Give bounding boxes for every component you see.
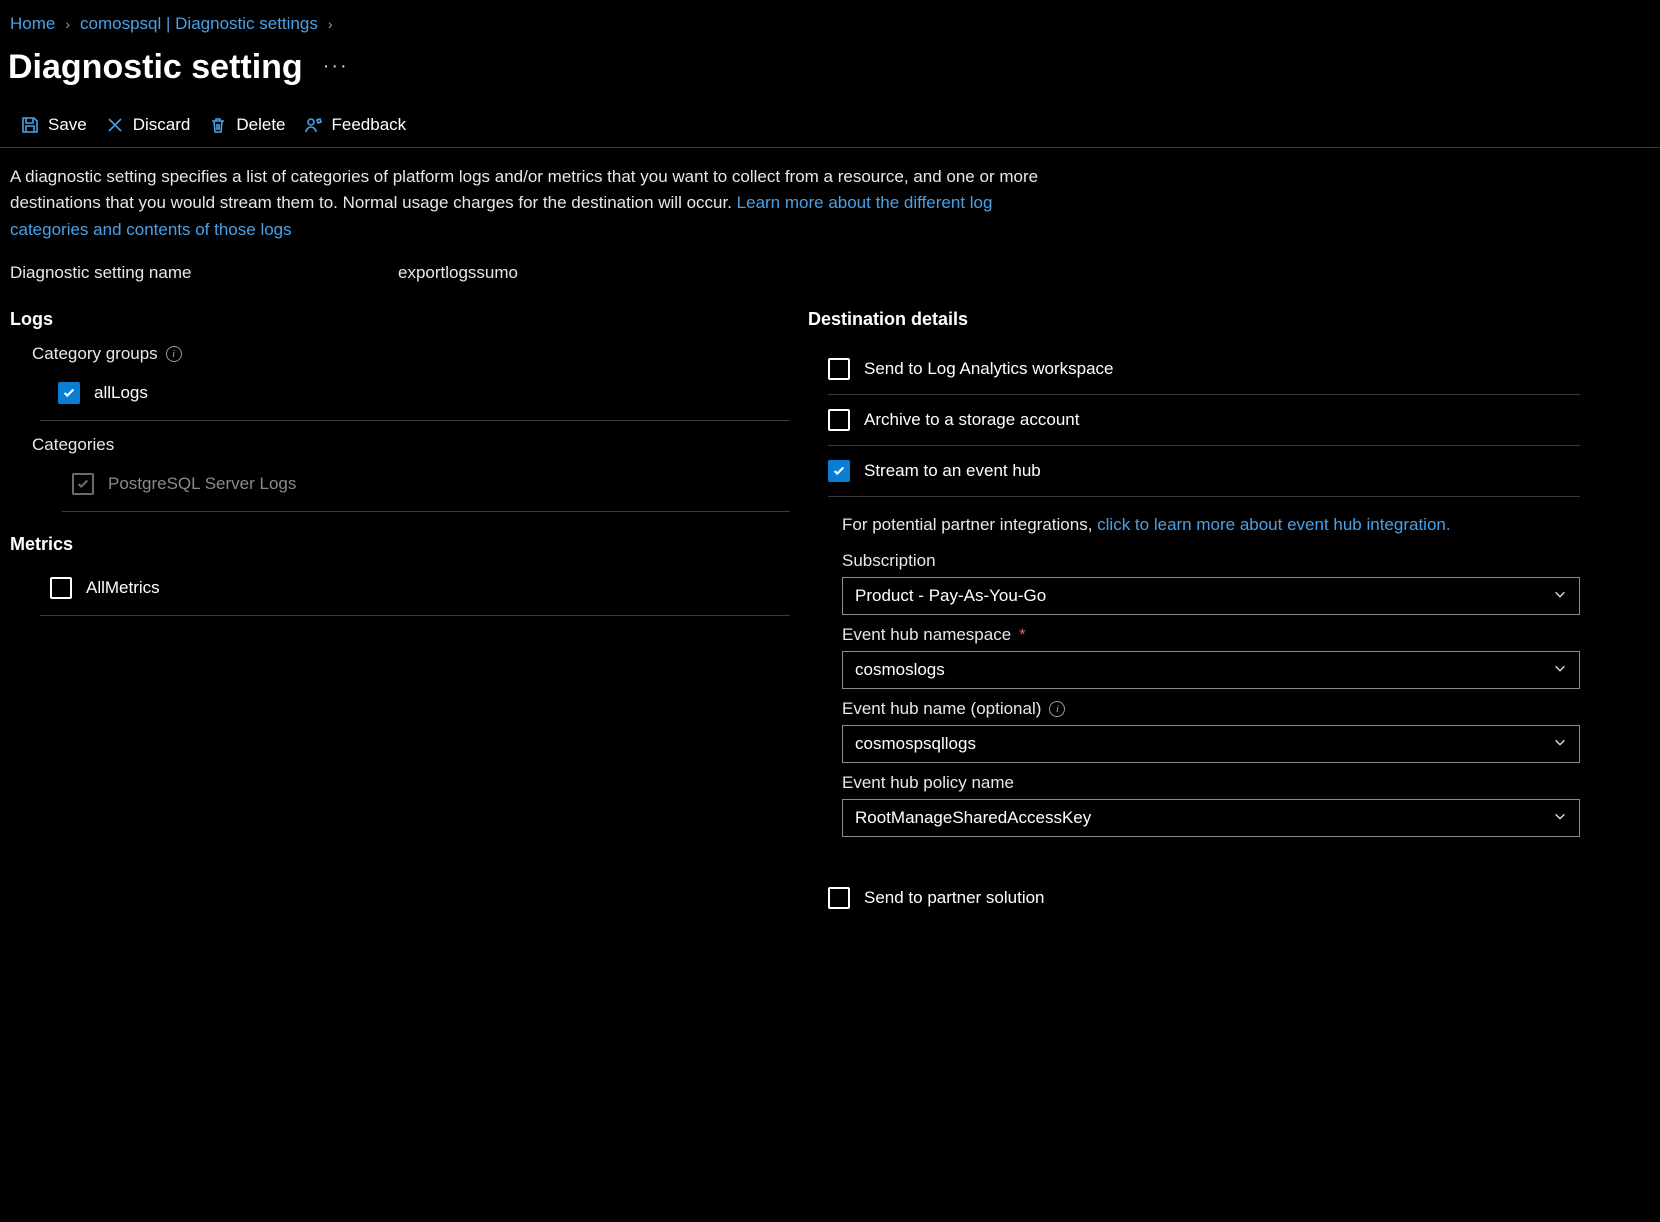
- breadcrumb-parent[interactable]: comospsql | Diagnostic settings: [80, 14, 318, 34]
- allmetrics-checkbox[interactable]: [50, 577, 72, 599]
- delete-label: Delete: [236, 115, 285, 135]
- discard-button[interactable]: Discard: [105, 115, 191, 135]
- partner-solution-checkbox[interactable]: [828, 887, 850, 909]
- hubname-label: Event hub name (optional): [842, 699, 1041, 719]
- divider: [40, 615, 790, 616]
- storage-label: Archive to a storage account: [864, 410, 1079, 430]
- delete-button[interactable]: Delete: [208, 115, 285, 135]
- subscription-label: Subscription: [842, 551, 936, 571]
- chevron-right-icon: ›: [328, 16, 333, 32]
- policy-label: Event hub policy name: [842, 773, 1014, 793]
- log-analytics-label: Send to Log Analytics workspace: [864, 359, 1113, 379]
- chevron-down-icon: [1553, 586, 1567, 606]
- breadcrumb-home[interactable]: Home: [10, 14, 55, 34]
- chevron-down-icon: [1553, 808, 1567, 828]
- eventhub-learn-more-link[interactable]: click to learn more about event hub inte…: [1097, 515, 1450, 534]
- logs-section-title: Logs: [10, 309, 790, 330]
- feedback-label: Feedback: [332, 115, 407, 135]
- alllogs-checkbox[interactable]: [58, 382, 80, 404]
- required-indicator: *: [1019, 625, 1026, 645]
- setting-name-label: Diagnostic setting name: [10, 263, 398, 283]
- partner-integrations-text: For potential partner integrations,: [842, 515, 1097, 534]
- save-label: Save: [48, 115, 87, 135]
- divider: [40, 420, 790, 421]
- namespace-value: cosmoslogs: [855, 660, 945, 680]
- close-icon: [105, 115, 125, 135]
- divider: [828, 496, 1580, 497]
- eventhub-label: Stream to an event hub: [864, 461, 1041, 481]
- hubname-value: cosmospsqllogs: [855, 734, 976, 754]
- log-analytics-checkbox[interactable]: [828, 358, 850, 380]
- hubname-select[interactable]: cosmospsqllogs: [842, 725, 1580, 763]
- namespace-label: Event hub namespace: [842, 625, 1011, 645]
- alllogs-label: allLogs: [94, 383, 148, 403]
- postgresql-logs-checkbox: [72, 473, 94, 495]
- page-title: Diagnostic setting: [8, 48, 303, 87]
- save-button[interactable]: Save: [20, 115, 87, 135]
- storage-checkbox[interactable]: [828, 409, 850, 431]
- allmetrics-label: AllMetrics: [86, 578, 160, 598]
- policy-value: RootManageSharedAccessKey: [855, 808, 1091, 828]
- toolbar: Save Discard Delete Feedback: [0, 105, 1660, 148]
- subscription-value: Product - Pay-As-You-Go: [855, 586, 1046, 606]
- policy-select[interactable]: RootManageSharedAccessKey: [842, 799, 1580, 837]
- description: A diagnostic setting specifies a list of…: [0, 148, 1080, 249]
- feedback-button[interactable]: Feedback: [304, 115, 407, 135]
- category-groups-label: Category groups: [32, 344, 158, 364]
- metrics-section-title: Metrics: [10, 534, 790, 555]
- categories-label: Categories: [32, 435, 114, 455]
- destination-section-title: Destination details: [808, 309, 1580, 330]
- setting-name-value[interactable]: exportlogssumo: [398, 263, 518, 283]
- breadcrumb: Home › comospsql | Diagnostic settings ›: [0, 0, 1660, 42]
- subscription-select[interactable]: Product - Pay-As-You-Go: [842, 577, 1580, 615]
- postgresql-logs-label: PostgreSQL Server Logs: [108, 474, 296, 494]
- trash-icon: [208, 115, 228, 135]
- partner-solution-label: Send to partner solution: [864, 888, 1045, 908]
- eventhub-checkbox[interactable]: [828, 460, 850, 482]
- more-menu-button[interactable]: ···: [323, 56, 349, 80]
- save-icon: [20, 115, 40, 135]
- chevron-right-icon: ›: [65, 16, 70, 32]
- discard-label: Discard: [133, 115, 191, 135]
- feedback-icon: [304, 115, 324, 135]
- chevron-down-icon: [1553, 734, 1567, 754]
- namespace-select[interactable]: cosmoslogs: [842, 651, 1580, 689]
- info-icon[interactable]: i: [1049, 701, 1065, 717]
- chevron-down-icon: [1553, 660, 1567, 680]
- divider: [62, 511, 790, 512]
- info-icon[interactable]: i: [166, 346, 182, 362]
